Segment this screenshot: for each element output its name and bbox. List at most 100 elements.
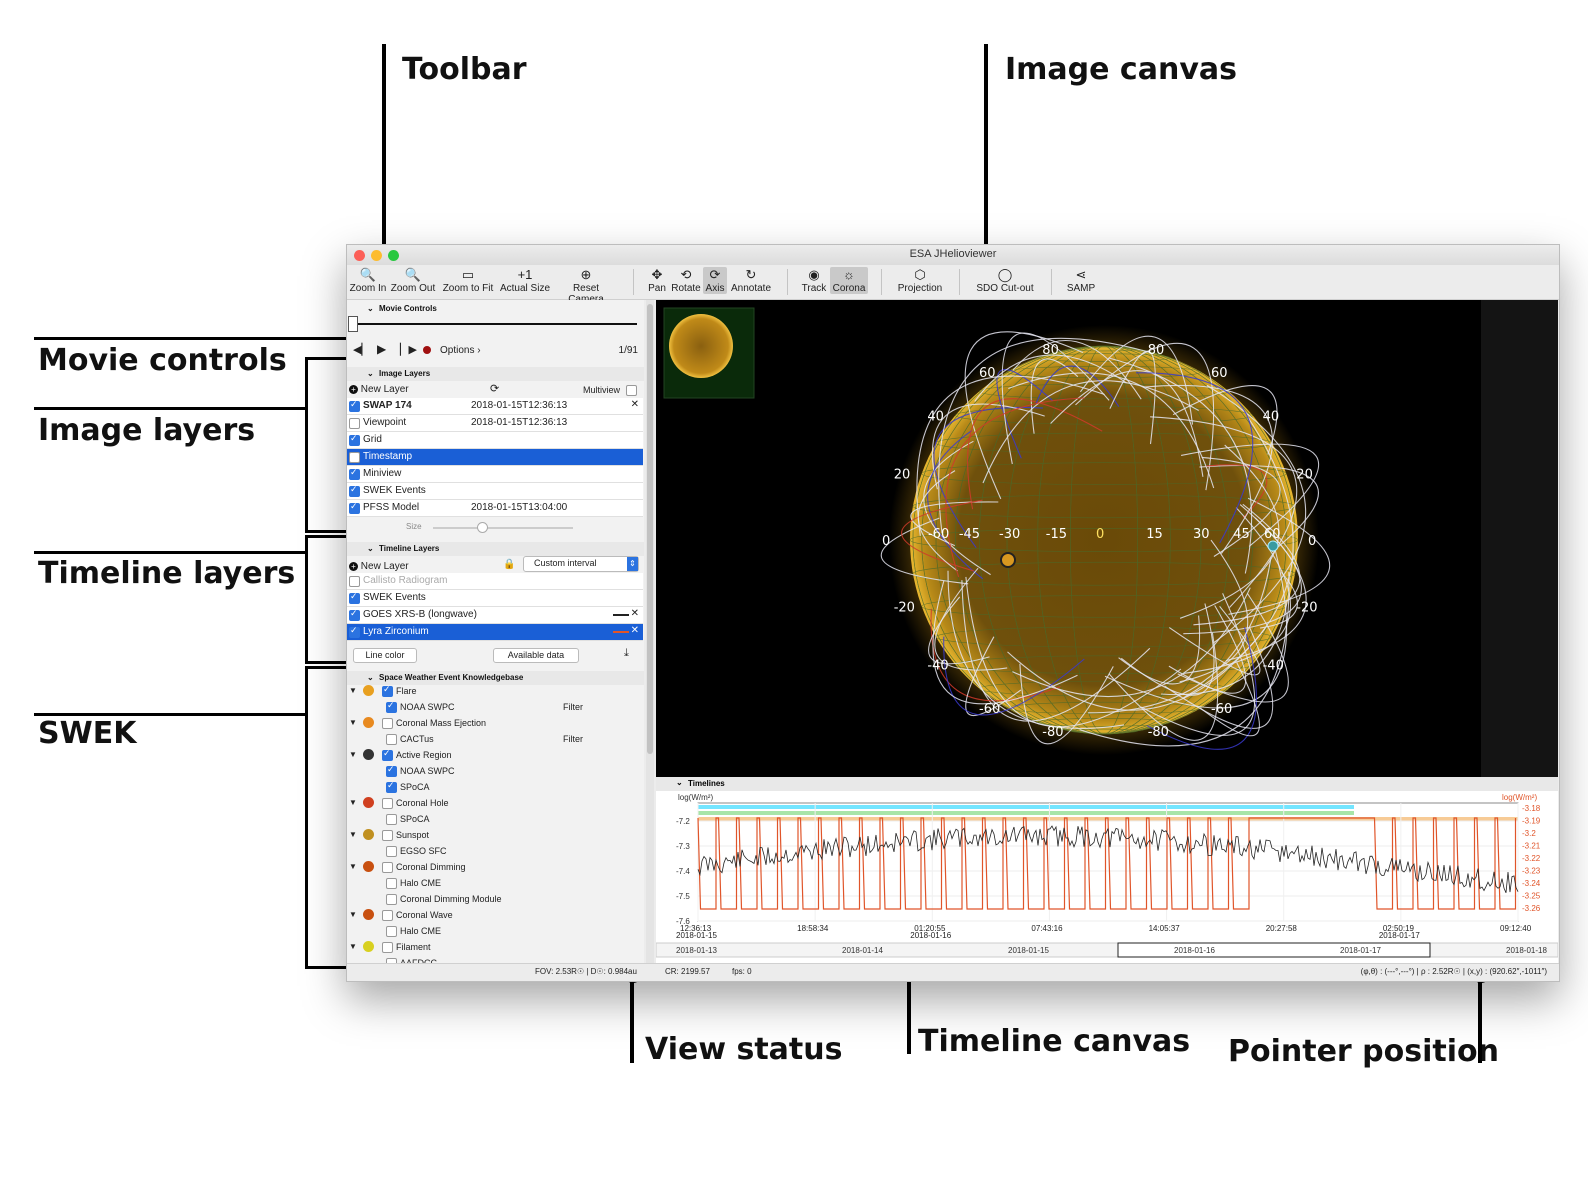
event-source-checkbox[interactable] [386, 846, 397, 857]
layer-visibility-checkbox[interactable] [349, 399, 360, 412]
zoom-in-button[interactable]: 🔍 Zoom In [349, 267, 387, 294]
remove-layer-button[interactable]: ✕ [631, 608, 639, 619]
rotate-button[interactable]: ⟲ Rotate [670, 267, 702, 294]
image-layers-header[interactable]: ⌄ Image Layers [347, 367, 644, 381]
image-canvas[interactable]: -60 -45 -30 -15 0 15 30 45 60 80 80 60 60 40 40 20 20 0 0 -… [656, 300, 1558, 777]
new-timeline-layer-button[interactable]: + New Layer [349, 561, 409, 572]
download-icon[interactable]: ⤓ [624, 647, 629, 660]
layer-visibility-checkbox[interactable] [349, 608, 360, 621]
actual-size-button[interactable]: +1 Actual Size [498, 267, 552, 294]
event-source-checkbox[interactable] [386, 780, 397, 793]
layer-visibility-checkbox[interactable] [349, 467, 360, 480]
layer-visibility-checkbox[interactable] [349, 452, 360, 463]
size-slider-knob[interactable] [477, 522, 488, 533]
filter-button[interactable]: Filter [563, 734, 583, 744]
available-data-button[interactable]: Available data [493, 648, 579, 663]
event-type-checkbox[interactable] [382, 718, 393, 729]
event-type-checkbox[interactable] [382, 684, 393, 697]
step-back-button[interactable]: ◀▏ [353, 343, 370, 356]
pan-button[interactable]: ✥ Pan [645, 267, 669, 294]
layer-visibility-checkbox[interactable] [349, 576, 360, 587]
expand-triangle-icon[interactable]: ▼ [349, 750, 357, 759]
image-layer-row[interactable]: Miniview [347, 466, 643, 483]
event-source-checkbox[interactable] [386, 814, 397, 825]
right-tick-label: -3.21 [1522, 842, 1541, 851]
timeline-layers-header[interactable]: ⌄ Timeline Layers [347, 542, 644, 556]
expand-triangle-icon[interactable]: ▼ [349, 910, 357, 919]
layer-visibility-checkbox[interactable] [349, 433, 360, 446]
expand-triangle-icon[interactable]: ▼ [349, 862, 357, 871]
layer-visibility-checkbox[interactable] [349, 625, 360, 638]
multiview-checkbox[interactable] [626, 385, 637, 396]
app-window: ESA JHelioviewer 🔍 Zoom In 🔍 Zoom Out ▭ Zoo… [346, 244, 1560, 982]
expand-triangle-icon[interactable]: ▼ [349, 942, 357, 951]
movie-controls-header[interactable]: ⌄ Movie Controls [347, 302, 644, 316]
layer-visibility-checkbox[interactable] [349, 501, 360, 514]
expand-triangle-icon[interactable]: ▼ [349, 686, 357, 695]
line-color-button[interactable]: Line color [353, 648, 417, 663]
filter-button[interactable]: Filter [563, 702, 583, 712]
expand-triangle-icon[interactable]: ▼ [349, 718, 357, 727]
event-source-checkbox[interactable] [386, 734, 397, 745]
remove-layer-button[interactable]: ✕ [631, 399, 639, 410]
event-type-checkbox[interactable] [382, 910, 393, 921]
event-source-checkbox[interactable] [386, 764, 397, 777]
sun-view[interactable]: -60 -45 -30 -15 0 15 30 45 60 80 80 60 60 40 40 20 20 0 0 -… [656, 300, 1558, 777]
remove-layer-button[interactable]: ✕ [631, 625, 639, 636]
axis-button[interactable]: ⟳ Axis [703, 267, 727, 294]
movie-slider-handle[interactable] [348, 316, 358, 332]
image-layer-row[interactable]: Viewpoint 2018-01-15T12:36:13 [347, 415, 643, 432]
track-button[interactable]: ◉ Track [799, 267, 829, 294]
timeline-layer-row[interactable]: SWEK Events [347, 590, 643, 607]
timeline-canvas[interactable]: log(W/m²) log(W/m²)-7.2-7.3-7.4-7.5-7.6-3… [656, 791, 1558, 963]
sync-icon[interactable]: ⟳ [490, 382, 499, 395]
size-slider[interactable] [433, 527, 573, 529]
sunspot-marker-icon[interactable] [1000, 552, 1016, 568]
movie-options-button[interactable]: Options › [440, 345, 481, 356]
lock-icon[interactable]: 🔒 [503, 559, 515, 570]
zoom-to-fit-button[interactable]: ▭ Zoom to Fit [440, 267, 496, 294]
layer-visibility-checkbox[interactable] [349, 418, 360, 429]
record-button[interactable] [423, 346, 431, 354]
projection-button[interactable]: ⬡ Projection [895, 267, 945, 294]
event-type-checkbox[interactable] [382, 798, 393, 809]
layer-visibility-checkbox[interactable] [349, 591, 360, 604]
play-button[interactable]: ▶ [377, 342, 386, 356]
image-layer-row[interactable]: Timestamp [347, 449, 643, 466]
image-layer-row[interactable]: SWEK Events [347, 483, 643, 500]
sdo-cutout-button[interactable]: ◯ SDO Cut-out [973, 267, 1037, 294]
timeline-layer-row[interactable]: Callisto Radiogram [347, 573, 643, 590]
timelines-header[interactable]: ⌄ Timelines [656, 777, 1558, 791]
annotate-button[interactable]: ↻ Annotate [729, 267, 773, 294]
latitude-label-right: 0 [1308, 534, 1316, 549]
expand-triangle-icon[interactable]: ▼ [349, 798, 357, 807]
interval-select[interactable]: Custom interval ⇕ [523, 556, 639, 572]
event-type-checkbox[interactable] [382, 830, 393, 841]
left-panel-scrollbar[interactable] [646, 300, 654, 963]
image-layer-row[interactable]: PFSS Model 2018-01-15T13:04:00 [347, 500, 643, 517]
zoom-out-button[interactable]: 🔍 Zoom Out [390, 267, 436, 294]
image-layer-row[interactable]: Grid [347, 432, 643, 449]
scrollbar-thumb[interactable] [647, 304, 653, 754]
timeline-layer-row[interactable]: Lyra Zirconium ✕ [347, 624, 643, 641]
overview-selection[interactable] [1117, 942, 1431, 958]
layer-visibility-checkbox[interactable] [349, 484, 360, 497]
timeline-layer-row[interactable]: GOES XRS-B (longwave) ✕ [347, 607, 643, 624]
corona-button[interactable]: ☼ Corona [830, 267, 868, 294]
step-forward-button[interactable]: ▏▶ [400, 343, 417, 356]
event-type-checkbox[interactable] [382, 942, 393, 953]
event-type-checkbox[interactable] [382, 862, 393, 873]
new-image-layer-button[interactable]: + New Layer [349, 384, 409, 395]
image-layer-row[interactable]: SWAP 174 2018-01-15T12:36:13 ✕ [347, 398, 643, 415]
movie-slider-track[interactable] [353, 323, 637, 325]
samp-button[interactable]: ⋖ SAMP [1065, 267, 1097, 294]
event-source-checkbox[interactable] [386, 700, 397, 713]
event-source-label: NOAA SWPC [400, 766, 455, 776]
event-type-checkbox[interactable] [382, 748, 393, 761]
event-marker-icon[interactable] [1267, 540, 1279, 552]
swek-header[interactable]: ⌄ Space Weather Event Knowledgebase [347, 671, 644, 685]
event-source-checkbox[interactable] [386, 878, 397, 889]
expand-triangle-icon[interactable]: ▼ [349, 830, 357, 839]
event-source-checkbox[interactable] [386, 926, 397, 937]
event-source-checkbox[interactable] [386, 894, 397, 905]
